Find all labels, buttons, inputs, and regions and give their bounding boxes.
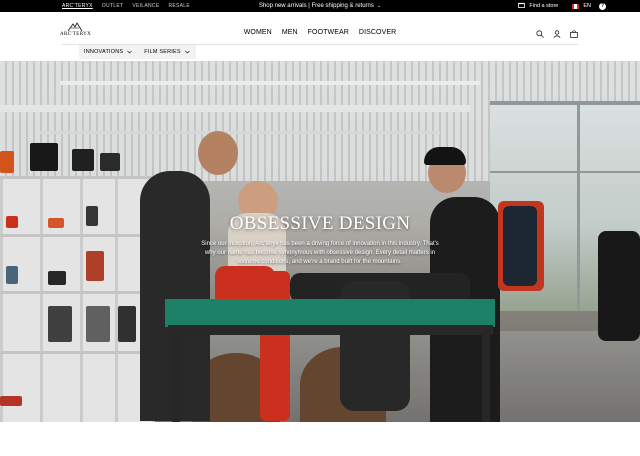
help-icon[interactable]: ? bbox=[599, 2, 606, 10]
page-content-below bbox=[0, 422, 640, 456]
subnav-film-series[interactable]: FILM SERIES bbox=[138, 45, 195, 59]
utility-bar: ARC'TERYX OUTLET VEILANCE RESALE Shop ne… bbox=[0, 0, 640, 12]
hero-banner: OBSESSIVE DESIGN Since our inception, Ar… bbox=[0, 61, 640, 422]
store-icon bbox=[518, 2, 526, 10]
hero-title: OBSESSIVE DESIGN bbox=[229, 213, 411, 234]
account-icon[interactable] bbox=[553, 30, 561, 38]
hero-description: Since our inception, Arc'teryx has been … bbox=[201, 241, 439, 265]
chevron-down-icon bbox=[127, 50, 133, 54]
chevron-down-icon bbox=[184, 50, 190, 54]
subnav-innovations[interactable]: INNOVATIONS bbox=[79, 45, 138, 59]
nav-item-women[interactable]: WOMEN bbox=[243, 29, 273, 36]
canada-flag-icon[interactable] bbox=[572, 3, 580, 9]
subnav-film-series-label: FILM SERIES bbox=[144, 49, 181, 55]
language-selector[interactable]: EN bbox=[583, 3, 591, 9]
cart-icon[interactable] bbox=[570, 30, 578, 38]
subnav-innovations-label: INNOVATIONS bbox=[84, 49, 124, 55]
utility-links: Find a store EN ? bbox=[518, 0, 606, 12]
header-icons bbox=[536, 30, 578, 38]
sub-nav: INNOVATIONS FILM SERIES bbox=[79, 45, 196, 59]
promo-text: Shop new arrivals | Free shipping & retu… bbox=[258, 3, 374, 9]
search-icon[interactable] bbox=[536, 30, 544, 38]
nav-item-men[interactable]: MEN bbox=[281, 29, 299, 36]
nav-item-footwear[interactable]: FOOTWEAR bbox=[307, 29, 350, 36]
chevron-down-icon: ⌄ bbox=[376, 3, 382, 9]
site-header: ARC'TERYX WOMEN MEN FOOTWEAR DISCOVER bbox=[0, 12, 640, 45]
nav-item-discover[interactable]: DISCOVER bbox=[358, 29, 397, 36]
find-store-link[interactable]: Find a store bbox=[529, 3, 558, 9]
